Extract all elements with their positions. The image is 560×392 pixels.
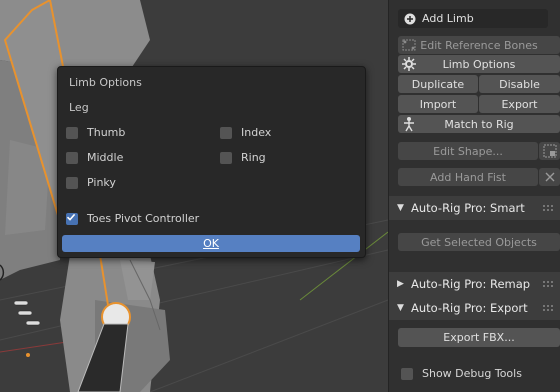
smart-panel-header[interactable]: ▼ Auto-Rig Pro: Smart [389,196,560,220]
close-icon [545,172,554,182]
ok-button[interactable]: OK [62,235,360,252]
add-hand-fist-button[interactable]: Add Hand Fist [398,168,538,186]
index-label: Index [241,126,272,139]
thumb-checkbox[interactable]: Thumb [66,126,125,139]
add-limb-dropdown[interactable]: Add Limb [398,9,548,28]
dialog-title: Limb Options [69,76,142,89]
auto-rig-pro-sidebar: Add Limb Edit Reference Bones Limb Optio… [388,0,560,392]
edit-reference-bones-label: Edit Reference Bones [420,38,538,52]
toes-pivot-controller-checkbox[interactable]: Toes Pivot Controller [66,212,199,225]
export-fbx-button[interactable]: Export FBX... [398,328,560,347]
checkbox-box [401,367,413,380]
chevron-down-icon: ▼ [397,303,404,313]
smart-panel-title: Auto-Rig Pro: Smart [411,201,525,215]
toes-pivot-controller-label: Toes Pivot Controller [87,212,200,225]
ring-checkbox[interactable]: Ring [220,151,266,164]
show-debug-tools-label: Show Debug Tools [422,367,522,380]
chevron-right-icon: ▶ [397,279,404,289]
bone-edit-icon [402,39,416,51]
match-to-rig-label: Match to Rig [444,117,514,131]
checkbox-box [66,126,78,139]
limb-type-label: Leg [69,101,89,114]
edit-reference-bones-button[interactable]: Edit Reference Bones [398,36,560,54]
armature-pose-icon [404,117,414,132]
middle-label: Middle [87,151,124,164]
match-to-rig-button[interactable]: Match to Rig [398,115,560,133]
shape-icon [543,144,556,158]
limb-options-label: Limb Options [442,57,516,71]
shape-options-button[interactable] [539,142,560,160]
thumb-label: Thumb [87,126,126,139]
get-selected-objects-button[interactable]: Get Selected Objects [398,233,560,251]
middle-checkbox[interactable]: Middle [66,151,123,164]
export-panel-title: Auto-Rig Pro: Export [411,301,528,315]
limb-options-dialog: Limb Options Leg Thumb Index Middle Ring… [57,66,366,258]
remap-panel-header[interactable]: ▶ Auto-Rig Pro: Remap [389,272,560,296]
pinky-label: Pinky [87,176,116,189]
limb-options-button[interactable]: Limb Options [398,55,560,73]
3d-viewport[interactable]: Limb Options Leg Thumb Index Middle Ring… [0,0,388,392]
export-panel-header[interactable]: ▼ Auto-Rig Pro: Export [389,296,560,320]
chevron-down-icon: ▼ [397,203,404,213]
drag-grip-icon[interactable] [543,305,553,311]
duplicate-button[interactable]: Duplicate [398,75,478,93]
export-button[interactable]: Export [479,95,560,113]
pinky-checkbox[interactable]: Pinky [66,176,116,189]
plus-circle-icon [404,13,416,24]
index-checkbox[interactable]: Index [220,126,271,139]
checkbox-box-checked [66,212,78,225]
checkbox-box [220,151,232,164]
import-button[interactable]: Import [398,95,478,113]
remap-panel-title: Auto-Rig Pro: Remap [411,277,531,291]
add-limb-label: Add Limb [422,12,474,25]
disable-button[interactable]: Disable [479,75,560,93]
checkbox-box [66,176,78,189]
checkbox-box [66,151,78,164]
edit-shape-button[interactable]: Edit Shape... [398,142,538,160]
ring-label: Ring [241,151,266,164]
gear-icon [402,57,416,71]
show-debug-tools-checkbox[interactable]: Show Debug Tools [401,367,522,380]
checkbox-box [220,126,232,139]
drag-grip-icon[interactable] [543,205,553,211]
drag-grip-icon[interactable] [543,281,553,287]
checkmark-icon [66,213,76,221]
remove-hand-fist-button[interactable] [539,168,560,186]
